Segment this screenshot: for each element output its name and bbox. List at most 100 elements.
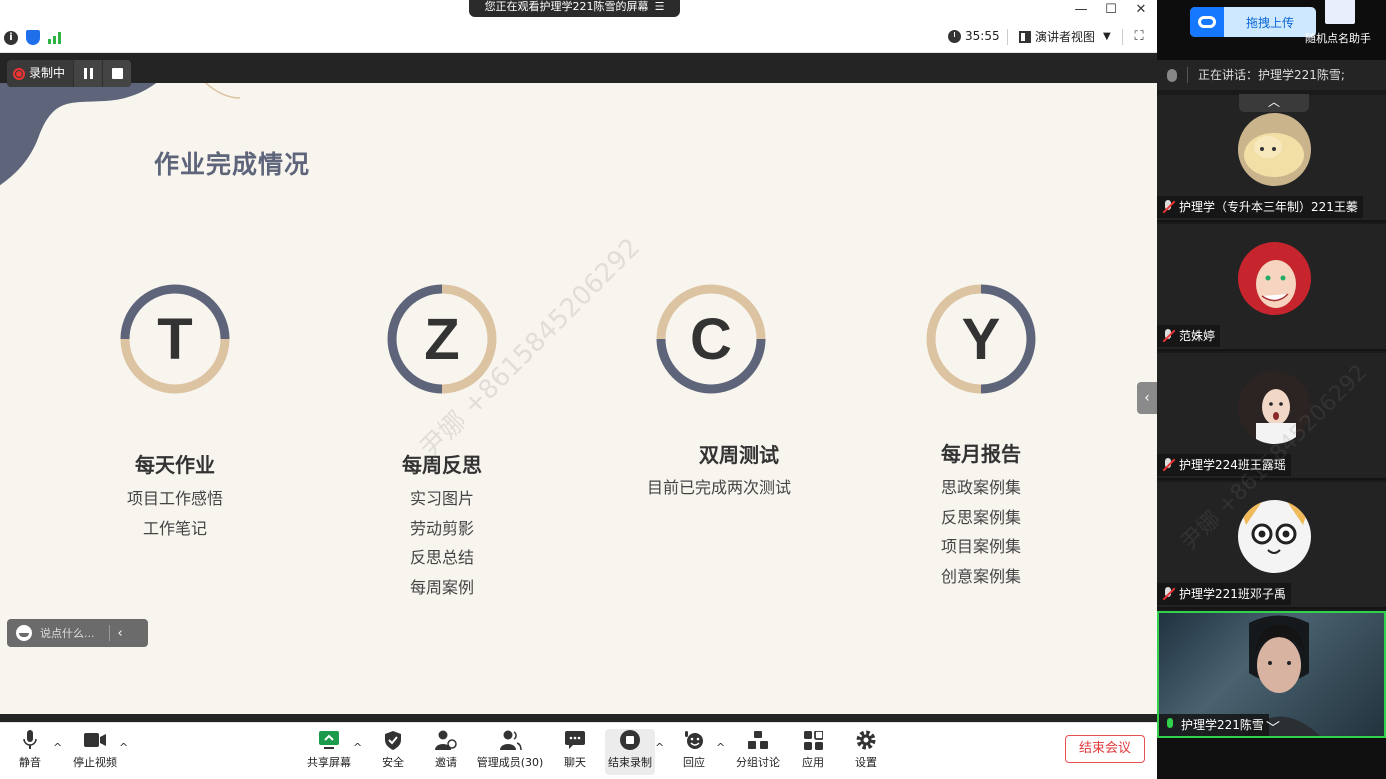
card-item: 思政案例集 xyxy=(940,478,1021,497)
reactions-button[interactable]: 回应 xyxy=(664,729,724,770)
participant-tile[interactable]: 护理学（专升本三年制）221王蓁 xyxy=(1157,95,1386,222)
collapse-down-icon[interactable]: ﹀ xyxy=(1266,718,1280,736)
badge-letter: C xyxy=(690,307,732,372)
card-item: 反思案例集 xyxy=(940,507,1021,527)
participants-label: 管理成员(30) xyxy=(476,756,544,769)
apps-label: 应用 xyxy=(802,756,824,769)
view-mode-button[interactable]: 演讲者视图 ▼ xyxy=(1019,28,1111,45)
active-mic-icon xyxy=(1163,718,1177,732)
mute-button[interactable]: 静音 xyxy=(0,729,60,770)
card-item: 劳动剪影 xyxy=(409,518,474,538)
speaker-view-icon xyxy=(1019,30,1031,43)
chat-button[interactable]: 聊天 xyxy=(545,729,605,770)
share-top-strip xyxy=(0,53,1157,83)
invite-button[interactable]: 邀请 xyxy=(416,729,476,770)
expand-panel-icon[interactable]: ‹ xyxy=(1137,382,1157,414)
share-screen-label: 共享屏幕 xyxy=(307,756,351,769)
network-signal-icon[interactable] xyxy=(48,31,61,44)
cloud-upload-icon xyxy=(1190,7,1224,37)
badge-letter: T xyxy=(157,307,192,372)
shield-icon xyxy=(385,730,401,750)
close-button[interactable]: ✕ xyxy=(1133,2,1149,18)
divider xyxy=(1187,67,1188,83)
minimize-button[interactable]: — xyxy=(1073,2,1089,18)
participant-tile[interactable]: 护理学221班邓子禹 xyxy=(1157,482,1386,609)
chevron-down-icon: ▼ xyxy=(1103,31,1111,42)
drag-upload-button[interactable]: 拖拽上传 xyxy=(1190,7,1316,37)
chat-input-placeholder[interactable]: 说点什么... xyxy=(40,625,95,641)
collapse-chat-icon[interactable]: ‹ xyxy=(118,626,123,641)
share-options-caret[interactable]: ^ xyxy=(353,741,362,754)
end-recording-label: 结束录制 xyxy=(608,756,652,769)
window-controls: — ☐ ✕ xyxy=(1073,0,1149,20)
reaction-smile-icon xyxy=(685,731,703,749)
maximize-button[interactable]: ☐ xyxy=(1103,2,1119,18)
recording-options-caret[interactable]: ^ xyxy=(655,741,664,754)
emoji-icon[interactable] xyxy=(16,625,32,641)
letter-y-badge: Y xyxy=(926,284,1036,394)
add-person-icon xyxy=(435,730,457,750)
badge-letter: Z xyxy=(424,307,459,372)
participant-name: 护理学221陈雪 xyxy=(1159,714,1269,736)
participants-icon xyxy=(500,730,522,750)
muted-mic-icon xyxy=(1161,458,1175,472)
timer-value: 35:55 xyxy=(965,29,1000,43)
record-dot-icon xyxy=(13,67,25,80)
card-title: 每天作业 xyxy=(135,453,215,477)
settings-button[interactable]: 设置 xyxy=(836,729,896,770)
video-camera-icon xyxy=(84,733,106,747)
card-daily: T 每天作业 项目工作感悟 工作笔记 xyxy=(100,283,250,543)
card-item: 创意案例集 xyxy=(940,566,1021,586)
share-banner[interactable]: 您正在观看护理学221陈雪的屏幕 ☰ xyxy=(469,0,680,17)
mute-label: 静音 xyxy=(19,756,41,769)
video-options-caret[interactable]: ^ xyxy=(119,741,128,754)
mute-options-caret[interactable]: ^ xyxy=(53,741,62,754)
divider xyxy=(108,625,110,641)
meeting-window: 您正在观看护理学221陈雪的屏幕 ☰ — ☐ ✕ i 35:55 演讲者视图 ▼… xyxy=(0,0,1157,779)
participant-name-text: 护理学224班王露瑶 xyxy=(1179,458,1286,472)
encryption-shield-icon[interactable] xyxy=(26,30,40,45)
share-banner-text: 您正在观看护理学221陈雪的屏幕 xyxy=(484,0,649,13)
card-biweekly: C 双周测试 目前已完成两次测试 xyxy=(634,283,804,503)
divider xyxy=(1007,29,1008,45)
end-recording-button[interactable]: 结束录制 xyxy=(605,729,655,775)
roll-call-assistant-icon[interactable] xyxy=(1325,0,1355,24)
roll-call-assistant-label[interactable]: 随机点名助手 xyxy=(1305,30,1371,46)
stop-video-button[interactable]: 停止视频 xyxy=(65,729,125,770)
stop-icon xyxy=(111,68,123,79)
clock-icon xyxy=(948,29,961,43)
reactions-options-caret[interactable]: ^ xyxy=(716,741,725,754)
card-title: 双周测试 xyxy=(699,443,779,467)
avatar xyxy=(1238,242,1311,315)
chat-input-bubble[interactable]: 说点什么... ‹ xyxy=(7,619,148,647)
participant-tile[interactable]: 护理学224班王露瑶 xyxy=(1157,353,1386,480)
share-screen-icon xyxy=(319,731,339,749)
chat-label: 聊天 xyxy=(564,756,586,769)
drag-upload-label: 拖拽上传 xyxy=(1245,15,1294,30)
menu-lines-icon[interactable]: ☰ xyxy=(655,0,665,16)
collapse-up-icon[interactable]: ︿ xyxy=(1239,94,1309,112)
participant-name-text: 护理学（专升本三年制）221王蓁 xyxy=(1179,200,1358,214)
share-screen-button[interactable]: 共享屏幕 xyxy=(299,729,359,770)
participant-name: 护理学（专升本三年制）221王蓁 xyxy=(1157,196,1363,218)
gear-icon xyxy=(856,730,876,750)
apps-button[interactable]: 应用 xyxy=(783,729,843,770)
share-bottom-strip xyxy=(0,714,1157,722)
security-button[interactable]: 安全 xyxy=(363,729,423,770)
participants-button[interactable]: 管理成员(30) xyxy=(475,729,545,770)
view-mode-label: 演讲者视图 xyxy=(1035,30,1096,44)
stop-recording-button[interactable] xyxy=(103,60,132,87)
participant-name-text: 护理学221班邓子禹 xyxy=(1179,587,1286,601)
letter-t-badge: T xyxy=(120,284,230,394)
fullscreen-icon[interactable]: ⛶ xyxy=(1132,30,1146,44)
pause-recording-button[interactable] xyxy=(74,60,103,87)
breakout-rooms-button[interactable]: 分组讨论 xyxy=(728,729,788,770)
end-meeting-button[interactable]: 结束会议 xyxy=(1065,735,1145,763)
info-icon[interactable]: i xyxy=(4,30,18,45)
muted-mic-icon xyxy=(1161,329,1175,343)
participant-tile[interactable]: 范姝婷 xyxy=(1157,224,1386,351)
settings-label: 设置 xyxy=(855,756,877,769)
active-speaker-video[interactable]: 护理学221陈雪 ﹀ xyxy=(1157,611,1386,738)
avatar xyxy=(1238,113,1311,186)
title-bar: 您正在观看护理学221陈雪的屏幕 ☰ — ☐ ✕ xyxy=(0,0,1157,20)
